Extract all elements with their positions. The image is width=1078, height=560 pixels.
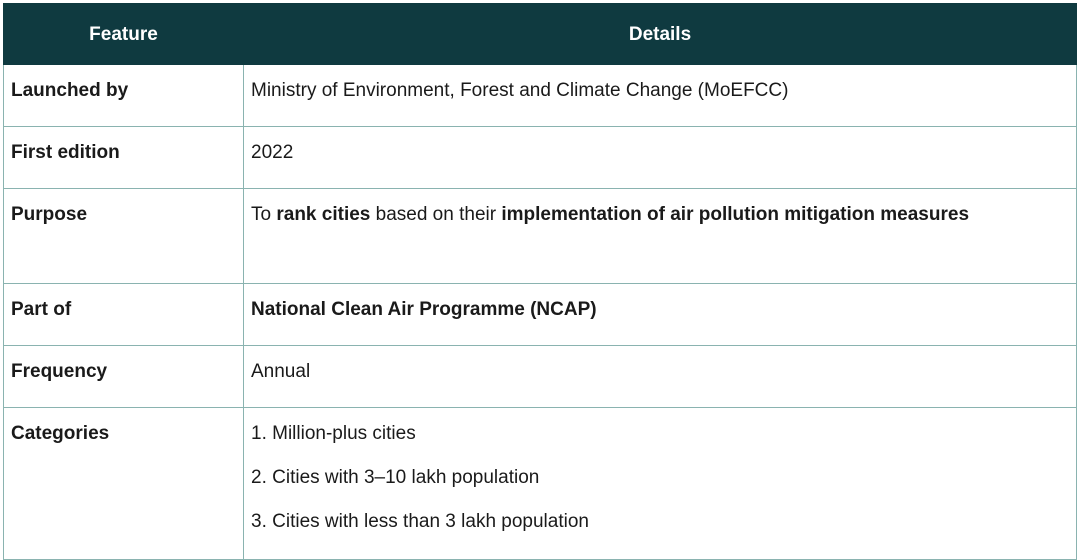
details-cell-launched-by: Ministry of Environment, Forest and Clim…: [243, 64, 1077, 127]
part-of-bold: National Clean Air Programme (NCAP): [251, 299, 597, 320]
page: Feature Details Launched by Ministry of …: [0, 0, 1078, 560]
purpose-text-2: based on their: [370, 204, 502, 225]
purpose-bold-implementation: implementation of air pollution mitigati…: [501, 204, 970, 225]
details-cell-frequency: Annual: [243, 345, 1077, 408]
feature-cell-frequency: Frequency: [3, 345, 244, 408]
feature-details-table: Feature Details Launched by Ministry of …: [3, 3, 1077, 560]
category-item: 3. Cities with less than 3 lakh populati…: [251, 511, 589, 532]
header-details: Details: [243, 3, 1077, 65]
feature-cell-categories: Categories: [3, 407, 244, 560]
table-row: Categories 1. Million-plus cities 2. Cit…: [3, 407, 1077, 560]
table-row: First edition 2022: [3, 126, 1077, 189]
table-row: Part of National Clean Air Programme (NC…: [3, 283, 1077, 346]
details-cell-purpose: To rank cities based on their implementa…: [243, 188, 1077, 284]
header-feature: Feature: [3, 3, 244, 65]
feature-cell-part-of: Part of: [3, 283, 244, 346]
category-item: 1. Million-plus cities: [251, 423, 416, 444]
details-cell-categories: 1. Million-plus cities 2. Cities with 3–…: [243, 407, 1077, 560]
table-header-row: Feature Details: [3, 3, 1077, 65]
details-cell-first-edition: 2022: [243, 126, 1077, 189]
feature-cell-first-edition: First edition: [3, 126, 244, 189]
feature-cell-purpose: Purpose: [3, 188, 244, 284]
purpose-text-1: To: [251, 204, 277, 225]
purpose-bold-rank-cities: rank cities: [276, 204, 371, 225]
details-cell-part-of: National Clean Air Programme (NCAP): [243, 283, 1077, 346]
table-row: Frequency Annual: [3, 345, 1077, 408]
category-item: 2. Cities with 3–10 lakh population: [251, 467, 540, 488]
table-row: Purpose To rank cities based on their im…: [3, 188, 1077, 284]
feature-cell-launched-by: Launched by: [3, 64, 244, 127]
table-row: Launched by Ministry of Environment, For…: [3, 64, 1077, 127]
